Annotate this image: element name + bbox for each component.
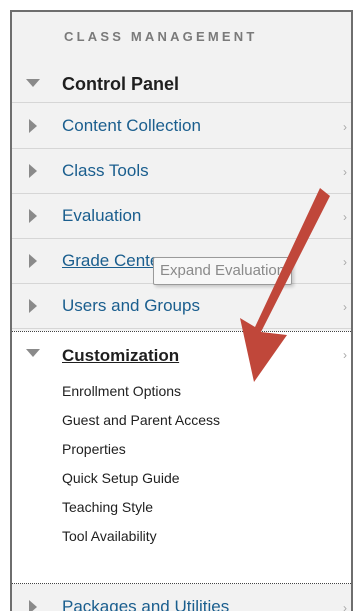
expand-triangle-icon[interactable] [29, 119, 37, 133]
chevron-right-icon: › [343, 210, 347, 224]
menu-item-label[interactable]: Evaluation [62, 206, 141, 226]
expand-triangle-icon[interactable] [29, 600, 37, 611]
menu-item-users-and-groups[interactable]: Users and Groups › [12, 284, 351, 329]
chevron-right-icon: › [343, 601, 347, 611]
control-panel-label: Control Panel [62, 74, 180, 94]
menu-item-label[interactable]: Grade Center [62, 251, 165, 271]
submenu-item[interactable]: Properties [62, 441, 126, 457]
menu-item-label[interactable]: Packages and Utilities [62, 597, 229, 611]
expand-tooltip: Expand Evaluation [153, 257, 293, 285]
chevron-right-icon: › [343, 120, 347, 134]
customization-label[interactable]: Customization [62, 346, 179, 366]
submenu-item[interactable]: Guest and Parent Access [62, 412, 220, 428]
menu-item-label[interactable]: Users and Groups [62, 296, 200, 316]
menu-item-label[interactable]: Content Collection [62, 116, 201, 136]
expand-triangle-icon[interactable] [29, 209, 37, 223]
control-panel-menu: CLASS MANAGEMENT Control Panel Content C… [10, 10, 353, 611]
submenu-item[interactable]: Quick Setup Guide [62, 470, 180, 486]
collapse-triangle-icon [26, 79, 40, 87]
section-heading: CLASS MANAGEMENT [64, 29, 258, 44]
chevron-right-icon: › [343, 348, 347, 362]
menu-item-evaluation[interactable]: Evaluation › [12, 194, 351, 239]
expand-triangle-icon[interactable] [29, 164, 37, 178]
menu-item-class-tools[interactable]: Class Tools › [12, 149, 351, 194]
chevron-right-icon: › [343, 255, 347, 269]
submenu-item[interactable]: Tool Availability [62, 528, 157, 544]
menu-item-content-collection[interactable]: Content Collection › [12, 104, 351, 149]
menu-item-label[interactable]: Class Tools [62, 161, 149, 181]
chevron-right-icon: › [343, 300, 347, 314]
menu-item-packages-and-utilities[interactable]: Packages and Utilities › [12, 585, 351, 611]
customization-section: Customization › Enrollment Options Guest… [12, 331, 351, 584]
control-panel-header[interactable]: Control Panel [12, 62, 351, 103]
submenu-item[interactable]: Enrollment Options [62, 383, 181, 399]
chevron-right-icon: › [343, 165, 347, 179]
expand-triangle-icon[interactable] [29, 299, 37, 313]
submenu-item[interactable]: Teaching Style [62, 499, 153, 515]
expand-triangle-icon[interactable] [29, 254, 37, 268]
collapse-triangle-icon[interactable] [26, 349, 40, 357]
